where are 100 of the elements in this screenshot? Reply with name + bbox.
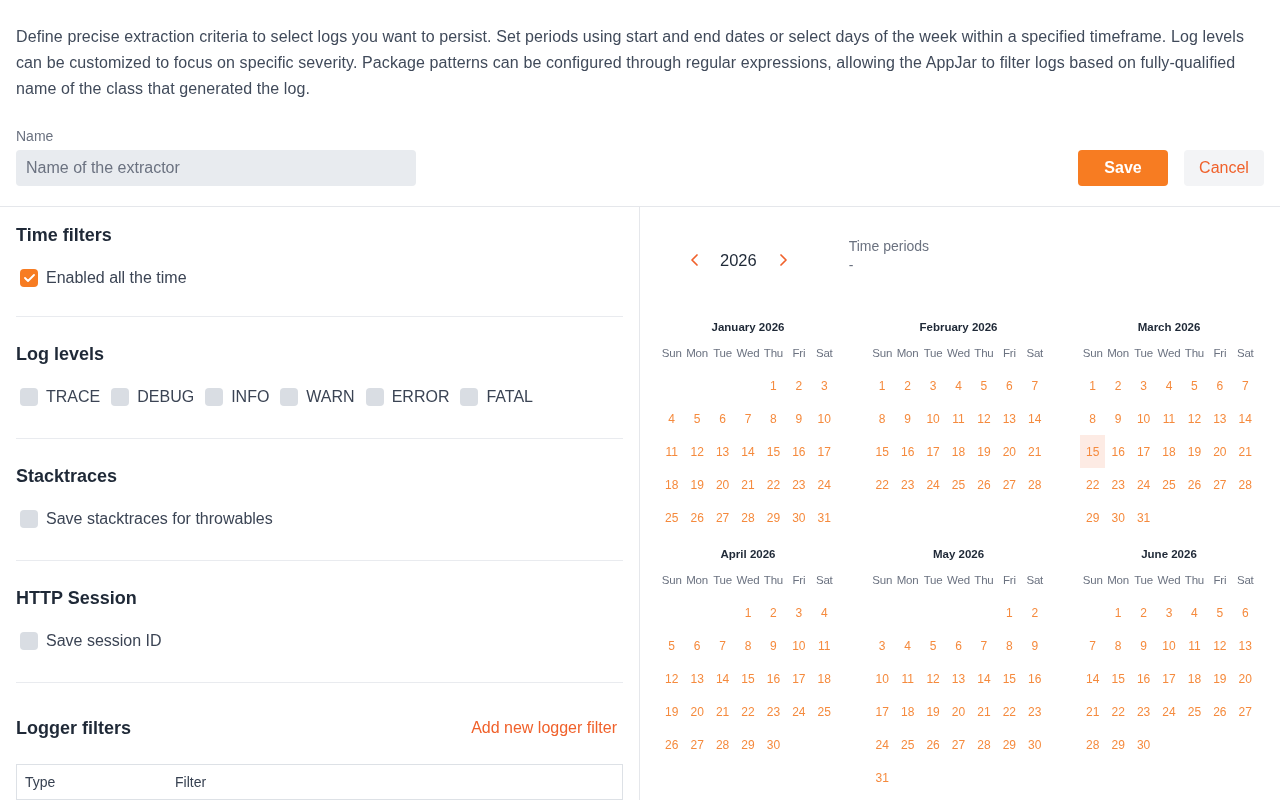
calendar-day[interactable]: 19: [659, 695, 685, 728]
calendar-day[interactable]: 9: [1130, 629, 1157, 662]
calendar-day[interactable]: 12: [971, 402, 997, 435]
name-input-field[interactable]: Name of the extractor: [16, 150, 416, 186]
calendar-day[interactable]: 31: [811, 501, 837, 534]
previous-year-button[interactable]: [691, 254, 698, 266]
calendar-day[interactable]: 18: [1156, 435, 1182, 468]
calendar-day[interactable]: 19: [1207, 662, 1233, 695]
calendar-day[interactable]: 9: [760, 629, 787, 662]
calendar-day[interactable]: 24: [869, 728, 895, 761]
calendar-day[interactable]: 19: [920, 695, 946, 728]
calendar-day[interactable]: 23: [786, 468, 812, 501]
calendar-day[interactable]: 20: [709, 468, 736, 501]
calendar-day[interactable]: 10: [1130, 402, 1157, 435]
add-filter-link[interactable]: Add new logger filter: [471, 718, 617, 738]
calendar-day[interactable]: 2: [786, 369, 812, 402]
calendar-day[interactable]: 5: [971, 369, 997, 402]
checkbox[interactable]: [365, 388, 384, 406]
calendar-day[interactable]: 3: [786, 596, 812, 629]
calendar-day[interactable]: 3: [920, 369, 946, 402]
calendar-day[interactable]: 22: [869, 468, 895, 501]
calendar-day[interactable]: 14: [1080, 662, 1106, 695]
calendar-day[interactable]: 14: [1232, 402, 1258, 435]
calendar-day[interactable]: 25: [1156, 468, 1182, 501]
calendar-day[interactable]: 21: [1022, 435, 1048, 468]
calendar-day[interactable]: 4: [945, 369, 972, 402]
checkbox[interactable]: [20, 510, 38, 528]
calendar-day[interactable]: 26: [920, 728, 946, 761]
calendar-day[interactable]: 3: [811, 369, 837, 402]
calendar-day[interactable]: 7: [709, 629, 736, 662]
calendar-day[interactable]: 6: [1232, 596, 1258, 629]
calendar-day[interactable]: 11: [1181, 629, 1208, 662]
calendar-day[interactable]: 28: [735, 501, 761, 534]
calendar-day[interactable]: 24: [786, 695, 812, 728]
calendar-day[interactable]: 7: [735, 402, 761, 435]
calendar-day[interactable]: 7: [1232, 369, 1258, 402]
calendar-day[interactable]: 3: [1156, 596, 1182, 629]
calendar-day[interactable]: 16: [1022, 662, 1048, 695]
calendar-day[interactable]: 22: [735, 695, 761, 728]
calendar-day[interactable]: 1: [1080, 369, 1106, 402]
calendar-day[interactable]: 30: [1130, 728, 1157, 761]
calendar-day[interactable]: 4: [1181, 596, 1208, 629]
calendar-day[interactable]: 4: [659, 402, 685, 435]
calendar-day[interactable]: 22: [1105, 695, 1131, 728]
calendar-day[interactable]: 17: [869, 695, 895, 728]
calendar-day[interactable]: 21: [735, 468, 761, 501]
next-year-button[interactable]: [779, 254, 787, 266]
calendar-day[interactable]: 12: [1181, 402, 1208, 435]
calendar-day[interactable]: 30: [786, 501, 812, 534]
secondary-button[interactable]: Cancel: [1184, 150, 1264, 186]
calendar-day[interactable]: 27: [709, 501, 736, 534]
calendar-day[interactable]: 12: [1207, 629, 1233, 662]
calendar-day[interactable]: 17: [1156, 662, 1182, 695]
calendar-day[interactable]: 15: [996, 662, 1023, 695]
calendar-day[interactable]: 23: [1022, 695, 1048, 728]
checkbox[interactable]: [20, 269, 38, 287]
calendar-day[interactable]: 26: [684, 501, 710, 534]
calendar-day[interactable]: 9: [894, 402, 921, 435]
calendar-day[interactable]: 8: [869, 402, 895, 435]
calendar-day[interactable]: 11: [894, 662, 921, 695]
checkbox[interactable]: [205, 388, 224, 406]
calendar-day[interactable]: 1: [1105, 596, 1131, 629]
calendar-day[interactable]: 13: [684, 662, 710, 695]
calendar-day[interactable]: 13: [996, 402, 1023, 435]
calendar-day[interactable]: 5: [1207, 596, 1233, 629]
checkbox[interactable]: [20, 632, 38, 650]
calendar-day[interactable]: 2: [1105, 369, 1131, 402]
calendar-day[interactable]: 26: [971, 468, 997, 501]
calendar-day[interactable]: 10: [869, 662, 895, 695]
calendar-day[interactable]: 30: [760, 728, 787, 761]
calendar-day[interactable]: 18: [811, 662, 837, 695]
calendar-day[interactable]: 27: [684, 728, 710, 761]
calendar-day[interactable]: 7: [1022, 369, 1048, 402]
calendar-day[interactable]: 16: [1130, 662, 1157, 695]
calendar-day[interactable]: 5: [659, 629, 685, 662]
calendar-day[interactable]: 28: [1232, 468, 1258, 501]
calendar-day[interactable]: 2: [894, 369, 921, 402]
calendar-day[interactable]: 6: [945, 629, 972, 662]
calendar-day[interactable]: 14: [735, 435, 761, 468]
calendar-day[interactable]: 2: [1130, 596, 1157, 629]
calendar-day[interactable]: 17: [786, 662, 812, 695]
calendar-day[interactable]: 18: [659, 468, 685, 501]
calendar-day[interactable]: 18: [945, 435, 972, 468]
calendar-day[interactable]: 13: [945, 662, 972, 695]
calendar-day[interactable]: 7: [1080, 629, 1106, 662]
calendar-day[interactable]: 6: [996, 369, 1023, 402]
calendar-day[interactable]: 8: [735, 629, 761, 662]
calendar-day[interactable]: 16: [786, 435, 812, 468]
calendar-day[interactable]: 12: [659, 662, 685, 695]
calendar-day[interactable]: 13: [1207, 402, 1233, 435]
calendar-day[interactable]: 12: [684, 435, 710, 468]
calendar-day[interactable]: 29: [760, 501, 787, 534]
calendar-day[interactable]: 11: [811, 629, 837, 662]
calendar-day[interactable]: 19: [684, 468, 710, 501]
calendar-day[interactable]: 9: [1022, 629, 1048, 662]
calendar-day[interactable]: 22: [1080, 468, 1106, 501]
calendar-day[interactable]: 29: [735, 728, 761, 761]
calendar-day[interactable]: 28: [971, 728, 997, 761]
calendar-day[interactable]: 13: [709, 435, 736, 468]
calendar-day[interactable]: 24: [1130, 468, 1157, 501]
